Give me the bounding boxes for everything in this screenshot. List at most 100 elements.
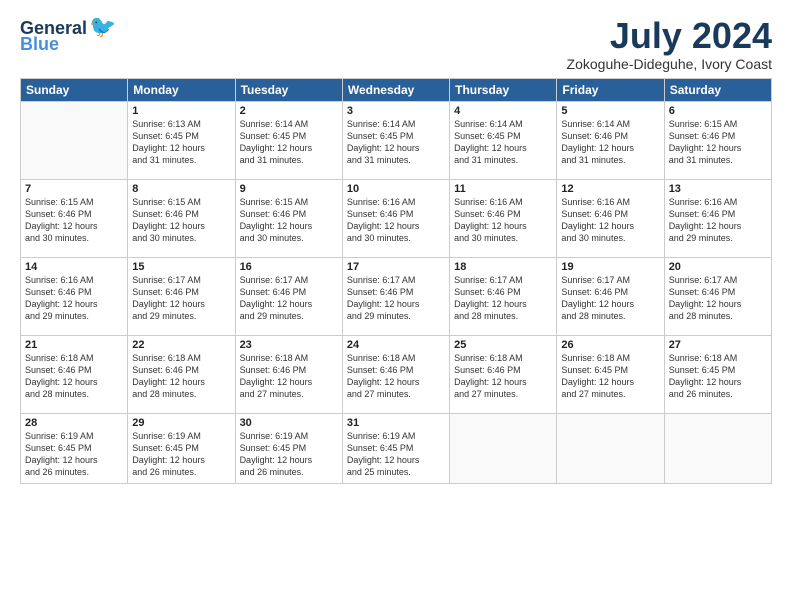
- logo-blue: Blue: [20, 34, 59, 55]
- calendar-cell: 22Sunrise: 6:18 AM Sunset: 6:46 PM Dayli…: [128, 335, 235, 413]
- calendar-cell: 31Sunrise: 6:19 AM Sunset: 6:45 PM Dayli…: [342, 413, 449, 483]
- calendar-cell: 16Sunrise: 6:17 AM Sunset: 6:46 PM Dayli…: [235, 257, 342, 335]
- calendar-cell: 5Sunrise: 6:14 AM Sunset: 6:46 PM Daylig…: [557, 101, 664, 179]
- day-number: 2: [240, 105, 338, 117]
- cell-info: Sunrise: 6:17 AM Sunset: 6:46 PM Dayligh…: [240, 274, 338, 323]
- calendar-cell: 23Sunrise: 6:18 AM Sunset: 6:46 PM Dayli…: [235, 335, 342, 413]
- cell-info: Sunrise: 6:18 AM Sunset: 6:45 PM Dayligh…: [669, 352, 767, 401]
- month-title: July 2024: [567, 16, 772, 56]
- day-number: 4: [454, 105, 552, 117]
- day-number: 20: [669, 261, 767, 273]
- calendar-cell: [21, 101, 128, 179]
- day-number: 21: [25, 339, 123, 351]
- calendar-cell: 28Sunrise: 6:19 AM Sunset: 6:45 PM Dayli…: [21, 413, 128, 483]
- calendar-cell: 9Sunrise: 6:15 AM Sunset: 6:46 PM Daylig…: [235, 179, 342, 257]
- calendar-cell: 10Sunrise: 6:16 AM Sunset: 6:46 PM Dayli…: [342, 179, 449, 257]
- cell-info: Sunrise: 6:19 AM Sunset: 6:45 PM Dayligh…: [132, 430, 230, 479]
- cell-info: Sunrise: 6:14 AM Sunset: 6:45 PM Dayligh…: [240, 118, 338, 167]
- day-number: 29: [132, 417, 230, 429]
- day-header-tuesday: Tuesday: [235, 78, 342, 101]
- calendar-cell: 19Sunrise: 6:17 AM Sunset: 6:46 PM Dayli…: [557, 257, 664, 335]
- cell-info: Sunrise: 6:15 AM Sunset: 6:46 PM Dayligh…: [132, 196, 230, 245]
- day-number: 17: [347, 261, 445, 273]
- logo-bird-icon: 🐦: [89, 16, 116, 38]
- calendar-cell: 27Sunrise: 6:18 AM Sunset: 6:45 PM Dayli…: [664, 335, 771, 413]
- calendar-cell: 21Sunrise: 6:18 AM Sunset: 6:46 PM Dayli…: [21, 335, 128, 413]
- calendar-cell: 26Sunrise: 6:18 AM Sunset: 6:45 PM Dayli…: [557, 335, 664, 413]
- cell-info: Sunrise: 6:15 AM Sunset: 6:46 PM Dayligh…: [240, 196, 338, 245]
- calendar-cell: 4Sunrise: 6:14 AM Sunset: 6:45 PM Daylig…: [450, 101, 557, 179]
- day-header-sunday: Sunday: [21, 78, 128, 101]
- day-number: 26: [561, 339, 659, 351]
- cell-info: Sunrise: 6:14 AM Sunset: 6:45 PM Dayligh…: [454, 118, 552, 167]
- calendar-cell: 13Sunrise: 6:16 AM Sunset: 6:46 PM Dayli…: [664, 179, 771, 257]
- calendar-cell: 29Sunrise: 6:19 AM Sunset: 6:45 PM Dayli…: [128, 413, 235, 483]
- cell-info: Sunrise: 6:19 AM Sunset: 6:45 PM Dayligh…: [347, 430, 445, 479]
- cell-info: Sunrise: 6:19 AM Sunset: 6:45 PM Dayligh…: [240, 430, 338, 479]
- cell-info: Sunrise: 6:17 AM Sunset: 6:46 PM Dayligh…: [669, 274, 767, 323]
- logo: General🐦 Blue: [20, 16, 116, 55]
- calendar-cell: 11Sunrise: 6:16 AM Sunset: 6:46 PM Dayli…: [450, 179, 557, 257]
- cell-info: Sunrise: 6:14 AM Sunset: 6:46 PM Dayligh…: [561, 118, 659, 167]
- day-number: 12: [561, 183, 659, 195]
- cell-info: Sunrise: 6:18 AM Sunset: 6:46 PM Dayligh…: [25, 352, 123, 401]
- day-number: 14: [25, 261, 123, 273]
- cell-info: Sunrise: 6:16 AM Sunset: 6:46 PM Dayligh…: [454, 196, 552, 245]
- page: General🐦 Blue July 2024 Zokoguhe-Dideguh…: [0, 0, 792, 612]
- day-number: 15: [132, 261, 230, 273]
- cell-info: Sunrise: 6:15 AM Sunset: 6:46 PM Dayligh…: [25, 196, 123, 245]
- day-header-monday: Monday: [128, 78, 235, 101]
- cell-info: Sunrise: 6:16 AM Sunset: 6:46 PM Dayligh…: [347, 196, 445, 245]
- calendar-cell: 24Sunrise: 6:18 AM Sunset: 6:46 PM Dayli…: [342, 335, 449, 413]
- day-number: 27: [669, 339, 767, 351]
- day-header-friday: Friday: [557, 78, 664, 101]
- cell-info: Sunrise: 6:18 AM Sunset: 6:46 PM Dayligh…: [132, 352, 230, 401]
- day-number: 22: [132, 339, 230, 351]
- calendar-cell: 17Sunrise: 6:17 AM Sunset: 6:46 PM Dayli…: [342, 257, 449, 335]
- cell-info: Sunrise: 6:17 AM Sunset: 6:46 PM Dayligh…: [454, 274, 552, 323]
- day-number: 19: [561, 261, 659, 273]
- day-number: 18: [454, 261, 552, 273]
- day-number: 6: [669, 105, 767, 117]
- title-block: July 2024 Zokoguhe-Dideguhe, Ivory Coast: [567, 16, 772, 72]
- cell-info: Sunrise: 6:19 AM Sunset: 6:45 PM Dayligh…: [25, 430, 123, 479]
- day-header-wednesday: Wednesday: [342, 78, 449, 101]
- calendar-cell: 18Sunrise: 6:17 AM Sunset: 6:46 PM Dayli…: [450, 257, 557, 335]
- day-header-thursday: Thursday: [450, 78, 557, 101]
- day-number: 10: [347, 183, 445, 195]
- cell-info: Sunrise: 6:18 AM Sunset: 6:46 PM Dayligh…: [240, 352, 338, 401]
- calendar-cell: 8Sunrise: 6:15 AM Sunset: 6:46 PM Daylig…: [128, 179, 235, 257]
- cell-info: Sunrise: 6:18 AM Sunset: 6:45 PM Dayligh…: [561, 352, 659, 401]
- location-subtitle: Zokoguhe-Dideguhe, Ivory Coast: [567, 56, 772, 72]
- day-number: 24: [347, 339, 445, 351]
- calendar-cell: [557, 413, 664, 483]
- header: General🐦 Blue July 2024 Zokoguhe-Dideguh…: [20, 16, 772, 72]
- cell-info: Sunrise: 6:18 AM Sunset: 6:46 PM Dayligh…: [347, 352, 445, 401]
- cell-info: Sunrise: 6:16 AM Sunset: 6:46 PM Dayligh…: [669, 196, 767, 245]
- calendar-cell: 15Sunrise: 6:17 AM Sunset: 6:46 PM Dayli…: [128, 257, 235, 335]
- calendar-cell: 2Sunrise: 6:14 AM Sunset: 6:45 PM Daylig…: [235, 101, 342, 179]
- calendar-cell: 25Sunrise: 6:18 AM Sunset: 6:46 PM Dayli…: [450, 335, 557, 413]
- calendar-cell: 14Sunrise: 6:16 AM Sunset: 6:46 PM Dayli…: [21, 257, 128, 335]
- cell-info: Sunrise: 6:15 AM Sunset: 6:46 PM Dayligh…: [669, 118, 767, 167]
- calendar-cell: 12Sunrise: 6:16 AM Sunset: 6:46 PM Dayli…: [557, 179, 664, 257]
- calendar-cell: [664, 413, 771, 483]
- day-number: 28: [25, 417, 123, 429]
- day-number: 30: [240, 417, 338, 429]
- day-number: 23: [240, 339, 338, 351]
- calendar-cell: 1Sunrise: 6:13 AM Sunset: 6:45 PM Daylig…: [128, 101, 235, 179]
- day-number: 13: [669, 183, 767, 195]
- day-number: 9: [240, 183, 338, 195]
- day-number: 8: [132, 183, 230, 195]
- calendar-cell: [450, 413, 557, 483]
- cell-info: Sunrise: 6:18 AM Sunset: 6:46 PM Dayligh…: [454, 352, 552, 401]
- day-number: 3: [347, 105, 445, 117]
- day-number: 1: [132, 105, 230, 117]
- calendar-cell: 3Sunrise: 6:14 AM Sunset: 6:45 PM Daylig…: [342, 101, 449, 179]
- cell-info: Sunrise: 6:17 AM Sunset: 6:46 PM Dayligh…: [347, 274, 445, 323]
- day-number: 31: [347, 417, 445, 429]
- calendar-cell: 30Sunrise: 6:19 AM Sunset: 6:45 PM Dayli…: [235, 413, 342, 483]
- calendar-cell: 20Sunrise: 6:17 AM Sunset: 6:46 PM Dayli…: [664, 257, 771, 335]
- cell-info: Sunrise: 6:13 AM Sunset: 6:45 PM Dayligh…: [132, 118, 230, 167]
- cell-info: Sunrise: 6:17 AM Sunset: 6:46 PM Dayligh…: [561, 274, 659, 323]
